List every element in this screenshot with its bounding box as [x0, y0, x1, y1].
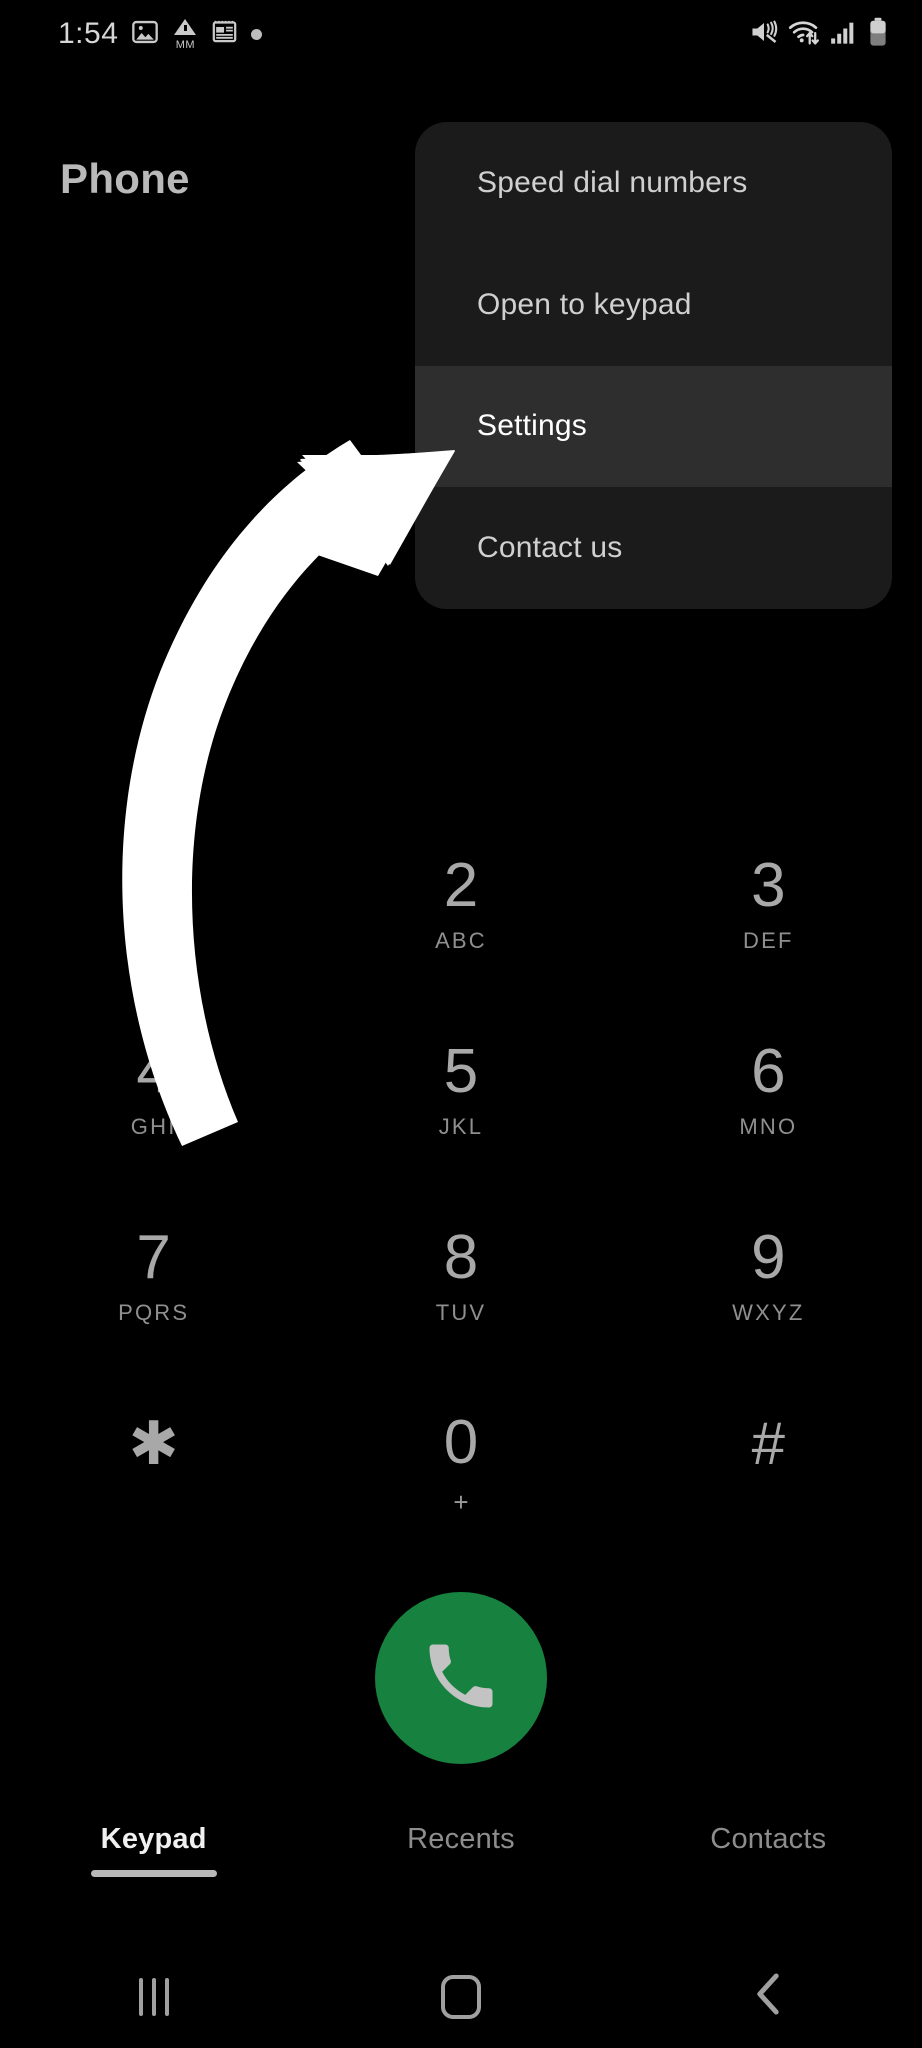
dial-keypad: 1 2 ABC 3 DEF 4 GHI 5 JKL 6 MNO 7 PQRS 8… [0, 810, 922, 1554]
key-3-letters: DEF [743, 927, 794, 953]
key-6[interactable]: 6 MNO [615, 996, 922, 1182]
key-4-letters: GHI [130, 1113, 177, 1139]
home-icon[interactable] [440, 1974, 481, 2019]
overflow-menu: Speed dial numbers Open to keypad Settin… [415, 122, 892, 609]
notification-dot-icon [251, 28, 263, 40]
key-3-digit: 3 [751, 850, 786, 920]
voicemail-icon [123, 925, 185, 951]
key-9-digit: 9 [751, 1222, 786, 1292]
menu-item-open-to-keypad[interactable]: Open to keypad [415, 244, 892, 366]
key-star-digit: ✱ [128, 1409, 179, 1477]
menu-item-contact-us[interactable]: Contact us [415, 487, 892, 609]
gallery-image-icon [131, 18, 159, 51]
phone-app-screen: 1:54 MM Phone Speed dial numbers Open to… [0, 0, 922, 2048]
key-4-digit: 4 [136, 1036, 171, 1106]
key-hash-digit: # [751, 1409, 786, 1477]
battery-icon [868, 17, 888, 52]
vibrate-mute-icon [749, 18, 779, 51]
key-2-letters: ABC [435, 927, 487, 953]
key-9-letters: WXYZ [732, 1299, 805, 1325]
key-0-plus: + [453, 1486, 469, 1517]
tab-active-underline [90, 1870, 217, 1877]
key-star[interactable]: ✱ [0, 1368, 307, 1554]
key-2[interactable]: 2 ABC [307, 810, 614, 996]
call-button[interactable] [375, 1592, 547, 1764]
page-title: Phone [60, 155, 190, 202]
key-1-digit: 1 [136, 851, 171, 920]
key-5-digit: 5 [443, 1036, 479, 1106]
key-7-letters: PQRS [118, 1299, 190, 1325]
key-8-letters: TUV [435, 1299, 487, 1325]
key-0-digit: 0 [443, 1407, 479, 1477]
status-bar-left: 1:54 MM [58, 17, 263, 51]
tab-contacts[interactable]: Contacts [615, 1823, 922, 1913]
key-9[interactable]: 9 WXYZ [615, 1182, 922, 1368]
tab-keypad[interactable]: Keypad [0, 1823, 307, 1913]
phone-handset-icon [419, 1634, 503, 1723]
notes-icon [211, 18, 238, 50]
key-8[interactable]: 8 TUV [307, 1182, 614, 1368]
key-5-letters: JKL [438, 1113, 484, 1139]
key-1[interactable]: 1 [0, 810, 307, 996]
cellular-signal-icon [829, 18, 859, 51]
tab-contacts-label: Contacts [710, 1823, 827, 1855]
warning-mm-icon: MM [172, 19, 198, 51]
bottom-tab-bar: Keypad Recents Contacts [0, 1823, 922, 1913]
system-navigation-bar [0, 1945, 922, 2048]
recents-icon[interactable] [138, 1977, 169, 2016]
menu-item-settings[interactable]: Settings [415, 365, 892, 488]
status-bar: 1:54 MM [0, 0, 922, 68]
key-6-letters: MNO [739, 1113, 798, 1139]
key-7[interactable]: 7 PQRS [0, 1182, 307, 1368]
key-2-digit: 2 [443, 850, 479, 920]
tab-keypad-label: Keypad [100, 1823, 207, 1855]
wifi-data-transfer-icon [788, 18, 820, 51]
key-3[interactable]: 3 DEF [615, 810, 922, 996]
tab-recents-label: Recents [407, 1823, 515, 1855]
status-bar-right [749, 17, 888, 52]
menu-item-speed-dial-numbers[interactable]: Speed dial numbers [415, 122, 892, 244]
tab-recents[interactable]: Recents [307, 1823, 614, 1913]
key-6-digit: 6 [751, 1036, 786, 1106]
key-5[interactable]: 5 JKL [307, 996, 614, 1182]
key-hash[interactable]: # [615, 1368, 922, 1554]
key-0[interactable]: 0 + [307, 1368, 614, 1554]
key-8-digit: 8 [443, 1222, 479, 1292]
key-4[interactable]: 4 GHI [0, 996, 307, 1182]
status-time: 1:54 [58, 17, 119, 50]
back-icon[interactable] [751, 1971, 785, 2022]
key-7-digit: 7 [136, 1222, 171, 1292]
